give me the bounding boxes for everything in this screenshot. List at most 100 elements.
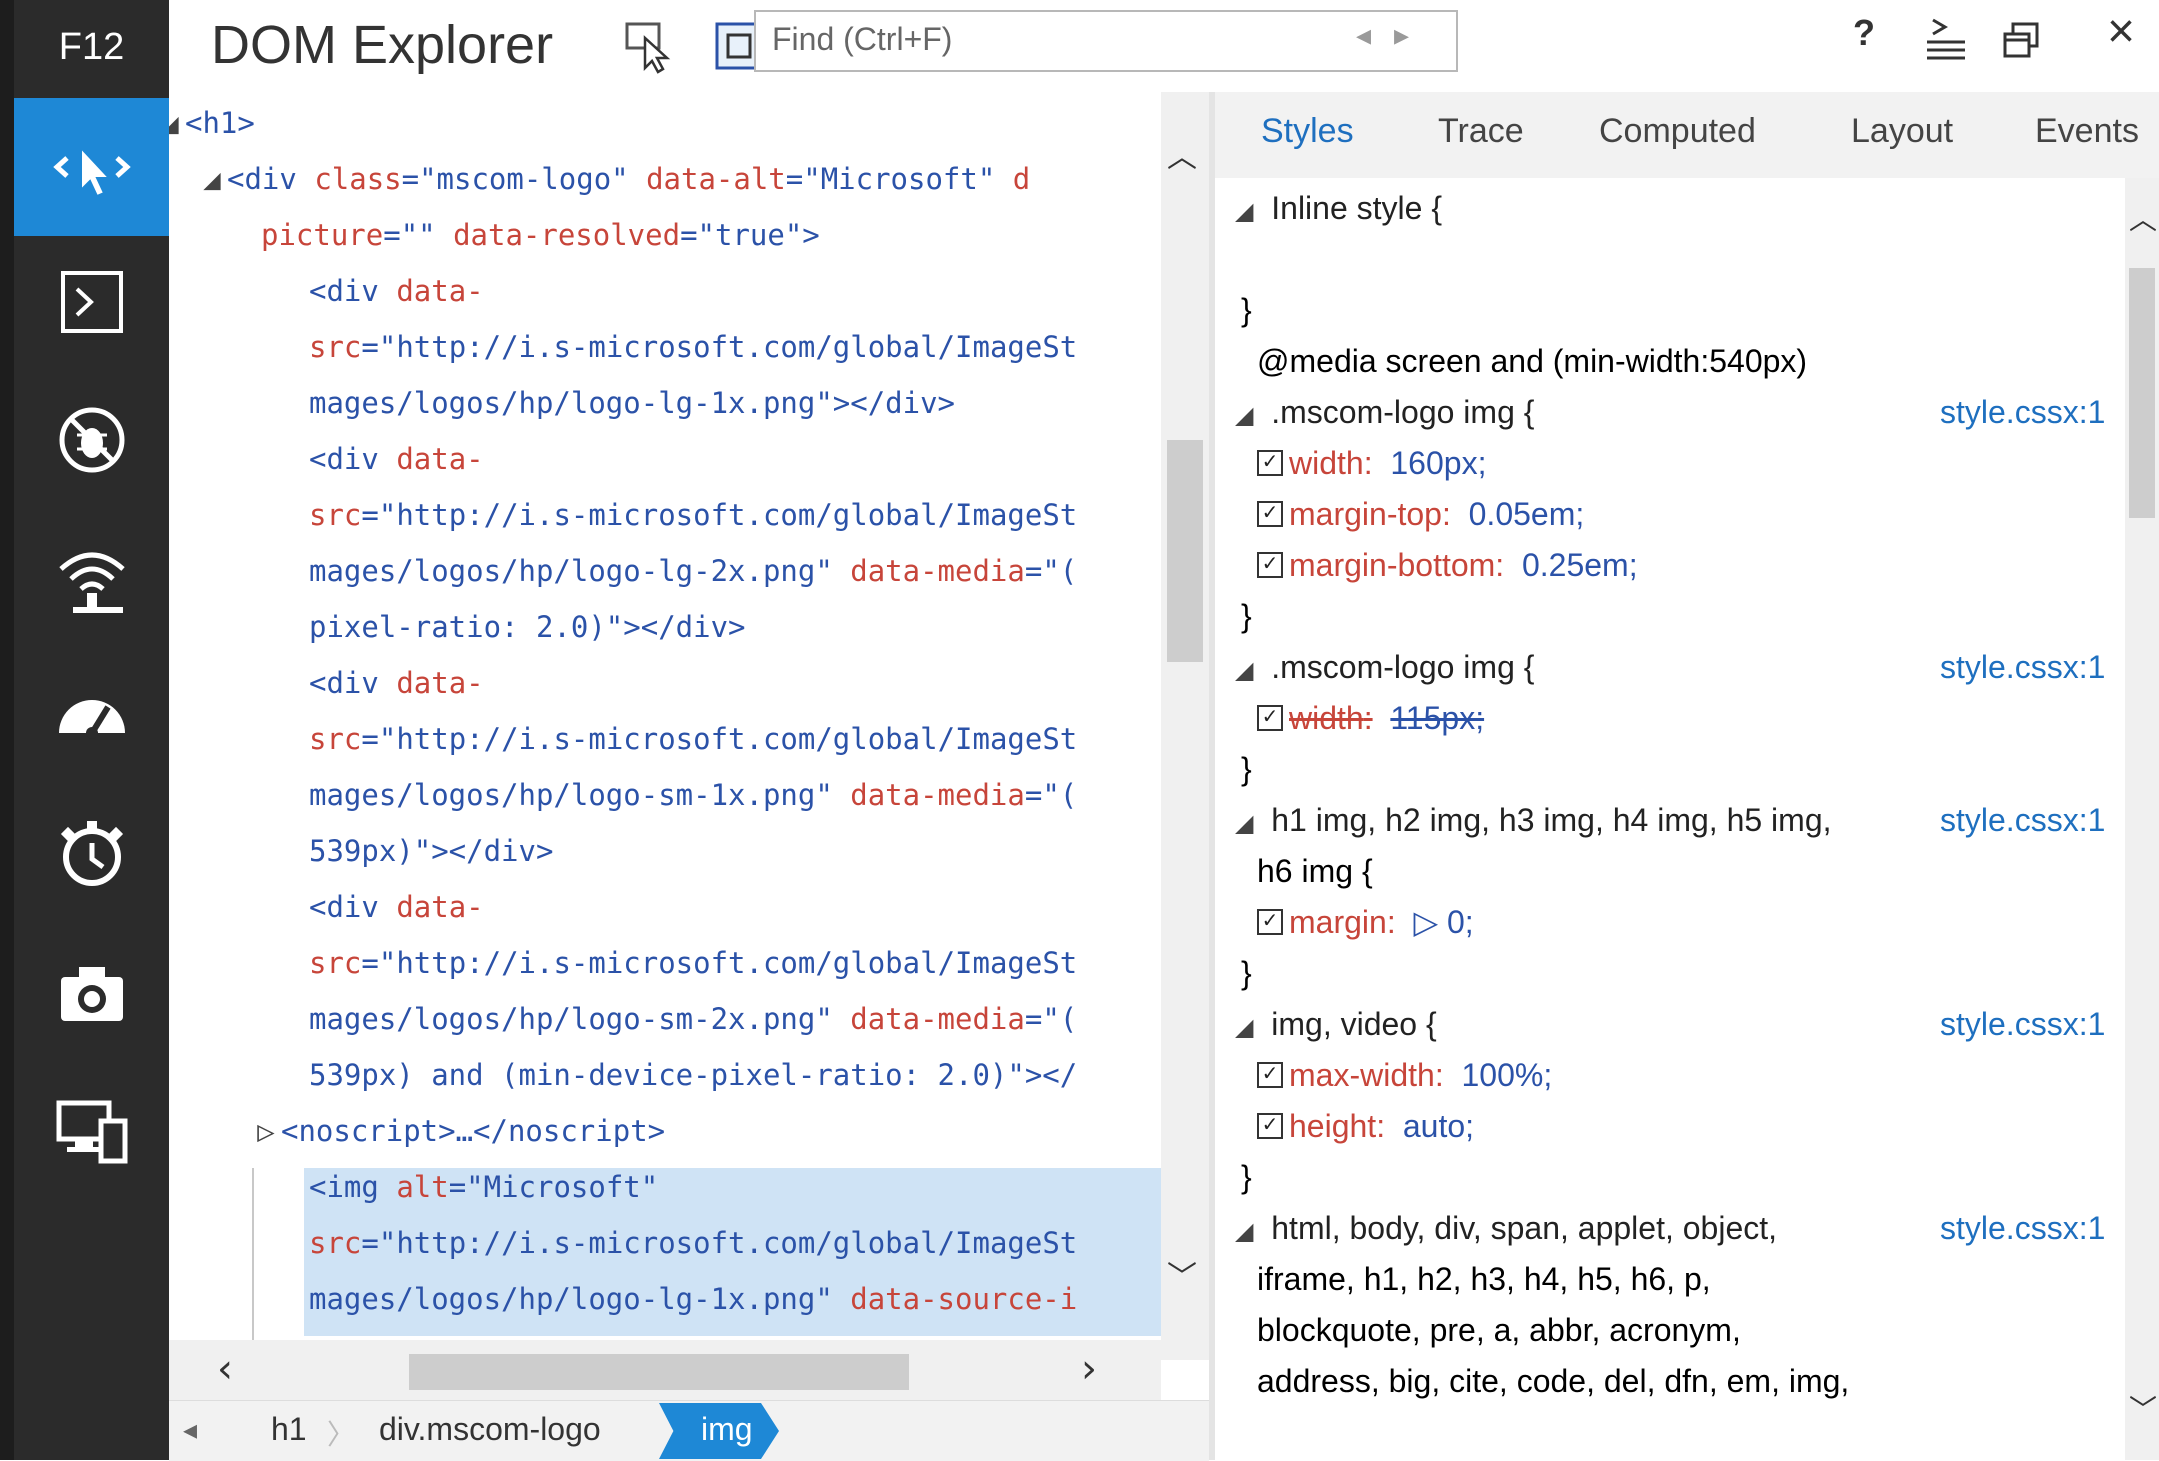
nav-dom-explorer[interactable] [14, 98, 169, 236]
css-declaration[interactable]: ✓ max-width: 100%; [1257, 1051, 1552, 1099]
console-toggle-icon[interactable] [1921, 14, 1971, 64]
stylesheet-source-link[interactable]: style.cssx:1 [1940, 388, 2105, 436]
styles-rule-list[interactable]: ◢ Inline style {} @media screen and (min-… [1215, 178, 2105, 1460]
tab-layout[interactable]: Layout [1851, 112, 1953, 151]
scroll-down-icon[interactable]: ﹀ [1167, 1252, 1197, 1296]
dom-node-line[interactable]: <div data- [309, 882, 484, 932]
declaration-checkbox[interactable]: ✓ [1257, 704, 1283, 731]
property-name[interactable]: margin-bottom [1289, 547, 1495, 583]
breadcrumb-item-img[interactable]: img [659, 1403, 779, 1459]
dom-node-line[interactable]: mages/logos/hp/logo-lg-1x.png"></div> [309, 378, 955, 428]
scroll-right-icon[interactable]: › [1081, 1346, 1097, 1392]
styles-vertical-scrollbar[interactable]: ︿ ﹀ [2125, 178, 2159, 1460]
dom-node-line[interactable]: 539px) and (min-device-pixel-ratio: 2.0)… [309, 1050, 1077, 1100]
dom-vertical-scroll-thumb[interactable] [1167, 440, 1203, 662]
nav-screenshot[interactable] [14, 923, 169, 1061]
find-next-icon[interactable]: ▸ [1394, 18, 1409, 53]
select-element-icon[interactable] [621, 18, 677, 74]
property-name[interactable]: width [1289, 700, 1364, 736]
dom-horizontal-scrollbar[interactable]: ‹ › [169, 1340, 1161, 1400]
dom-node-line[interactable]: mages/logos/hp/logo-lg-1x.png" data-sour… [309, 1274, 1077, 1324]
css-declaration[interactable]: ✓ margin-bottom: 0.25em; [1257, 541, 1638, 589]
styles-scroll-up-icon[interactable]: ︿ [2129, 198, 2157, 238]
collapse-triangle-icon[interactable]: ◢ [1235, 810, 1253, 837]
collapse-triangle-icon[interactable]: ◢ [169, 98, 185, 148]
find-input[interactable] [756, 12, 1312, 66]
css-rule-selector[interactable]: ◢ html, body, div, span, applet, object, [1235, 1204, 1777, 1252]
css-declaration[interactable]: ✓ height: auto; [1257, 1102, 1474, 1150]
property-value[interactable]: ▷ 0; [1413, 904, 1473, 940]
nav-memory[interactable] [14, 785, 169, 923]
collapse-triangle-icon[interactable]: ◢ [1235, 198, 1253, 225]
dom-tree[interactable]: ◢ <h1> ◢ <div class="mscom-logo" data-alt="… [169, 92, 1209, 1360]
css-rule-selector[interactable]: ◢ .mscom-logo img { [1235, 643, 1534, 691]
property-name[interactable]: height [1289, 1108, 1376, 1144]
scroll-left-icon[interactable]: ‹ [217, 1346, 233, 1392]
collapse-triangle-icon[interactable]: ◢ [1235, 1014, 1253, 1041]
dom-node-line[interactable]: mages/logos/hp/logo-sm-2x.png" data-medi… [309, 994, 1077, 1044]
dom-vertical-scrollbar[interactable]: ︿ ﹀ [1161, 92, 1209, 1360]
declaration-checkbox[interactable]: ✓ [1257, 500, 1283, 527]
property-value[interactable]: 115px; [1390, 700, 1484, 736]
dom-node-line[interactable]: ◢ <div class="mscom-logo" data-alt="Micro… [197, 154, 1030, 204]
breadcrumb-item-div[interactable]: div.mscom-logo [379, 1411, 601, 1448]
property-value[interactable]: 0.05em; [1469, 496, 1585, 532]
property-value[interactable]: auto; [1403, 1108, 1474, 1144]
dom-node-line[interactable]: src="http://i.s-microsoft.com/global/Ima… [309, 490, 1077, 540]
tab-computed[interactable]: Computed [1599, 112, 1756, 151]
dom-node-line[interactable]: 539px)"></div> [309, 826, 553, 876]
dom-node-line[interactable]: mages/logos/hp/logo-sm-1x.png" data-medi… [309, 770, 1077, 820]
css-rule-selector[interactable]: ◢ Inline style { [1235, 184, 1442, 232]
dom-node-line[interactable]: ◢ <h1> [169, 98, 255, 148]
collapse-triangle-icon[interactable]: ◢ [1235, 1218, 1253, 1245]
nav-network[interactable] [14, 509, 169, 647]
collapse-triangle-icon[interactable]: ◢ [197, 154, 227, 204]
property-name[interactable]: margin [1289, 904, 1387, 940]
dom-node-line[interactable]: <img alt="Microsoft" [309, 1162, 658, 1212]
nav-debugger[interactable] [14, 371, 169, 509]
declaration-checkbox[interactable]: ✓ [1257, 1112, 1283, 1139]
styles-scroll-thumb[interactable] [2129, 268, 2155, 518]
nav-emulation[interactable] [14, 1061, 169, 1199]
css-rule-selector[interactable]: ◢ h1 img, h2 img, h3 img, h4 img, h5 img… [1235, 796, 1832, 844]
css-declaration[interactable]: ✓ width: 115px; [1257, 694, 1484, 742]
styles-scroll-down-icon[interactable]: ﹀ [2129, 1388, 2157, 1428]
breadcrumb-item-h1[interactable]: h1 [271, 1411, 307, 1448]
collapse-triangle-icon[interactable]: ◢ [1235, 402, 1253, 429]
css-rule-selector[interactable]: ◢ img, video { [1235, 1000, 1437, 1048]
property-name[interactable]: max-width [1289, 1057, 1435, 1093]
scroll-up-icon[interactable]: ︿ [1167, 132, 1197, 176]
stylesheet-source-link[interactable]: style.cssx:1 [1940, 643, 2105, 691]
dom-node-line[interactable]: picture="" data-resolved="true"> [261, 210, 820, 260]
dom-node-line[interactable]: src="http://i.s-microsoft.com/global/Ima… [309, 1218, 1077, 1268]
expand-triangle-icon[interactable]: ▷ [251, 1106, 281, 1156]
collapse-triangle-icon[interactable]: ◢ [1235, 657, 1253, 684]
breadcrumb-back-icon[interactable]: ◂ [183, 1413, 197, 1446]
tab-trace[interactable]: Trace [1438, 112, 1524, 151]
css-declaration[interactable]: ✓ margin: ▷ 0; [1257, 898, 1474, 946]
css-rule-selector[interactable]: ◢ .mscom-logo img { [1235, 388, 1534, 436]
nav-performance[interactable] [14, 647, 169, 785]
find-previous-icon[interactable]: ◂ [1356, 18, 1371, 53]
declaration-checkbox[interactable]: ✓ [1257, 1061, 1283, 1088]
dom-node-line[interactable]: src="http://i.s-microsoft.com/global/Ima… [309, 714, 1077, 764]
dom-node-line[interactable]: src="http://i.s-microsoft.com/global/Ima… [309, 322, 1077, 372]
dom-node-line[interactable]: ▷ <noscript>…</noscript> [251, 1106, 665, 1156]
dom-node-line[interactable]: src="http://i.s-microsoft.com/global/Ima… [309, 938, 1077, 988]
declaration-checkbox[interactable]: ✓ [1257, 449, 1283, 476]
property-name[interactable]: margin-top [1289, 496, 1442, 532]
css-declaration[interactable]: ✓ width: 160px; [1257, 439, 1486, 487]
undock-icon[interactable] [2001, 20, 2041, 60]
stylesheet-source-link[interactable]: style.cssx:1 [1940, 796, 2105, 844]
tab-styles[interactable]: Styles [1261, 112, 1354, 151]
property-value[interactable]: 100%; [1461, 1057, 1552, 1093]
dom-horizontal-scroll-thumb[interactable] [409, 1354, 909, 1390]
declaration-checkbox[interactable]: ✓ [1257, 908, 1283, 935]
dom-node-line[interactable]: <div data- [309, 658, 484, 708]
help-button[interactable]: ? [1853, 12, 1875, 54]
dom-node-line[interactable]: <div data- [309, 434, 484, 484]
dom-node-line[interactable]: mages/logos/hp/logo-lg-2x.png" data-medi… [309, 546, 1077, 596]
css-declaration[interactable]: ✓ margin-top: 0.05em; [1257, 490, 1584, 538]
stylesheet-source-link[interactable]: style.cssx:1 [1940, 1204, 2105, 1252]
nav-console[interactable] [14, 233, 169, 371]
